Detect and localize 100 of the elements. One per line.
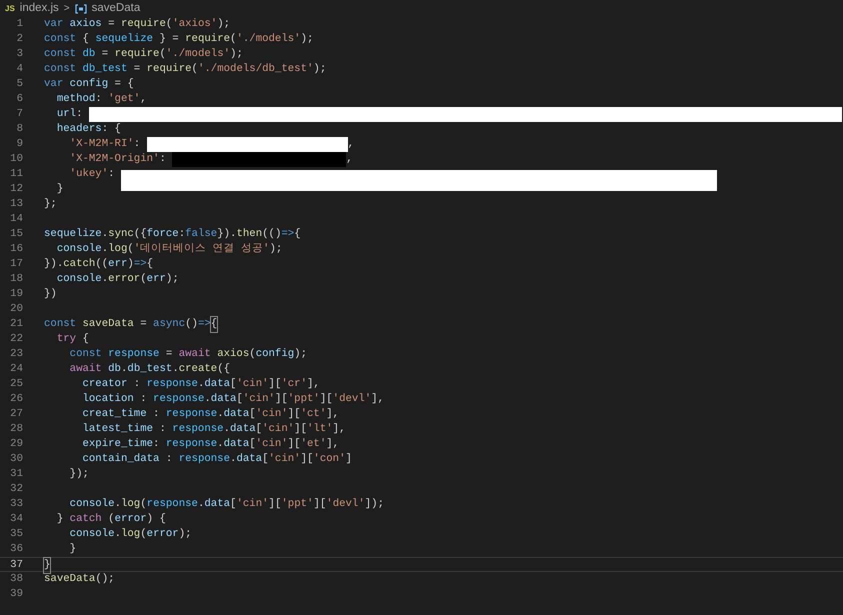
- code-token: );: [178, 527, 192, 542]
- code-token: async: [153, 317, 186, 332]
- line-number: 18: [9, 272, 23, 287]
- code-token: data: [204, 377, 230, 392]
- code-token: [: [256, 422, 262, 437]
- code-token: config: [70, 77, 108, 92]
- code-token: ][: [274, 392, 288, 407]
- code-token: ({: [134, 227, 147, 242]
- code-token: response: [166, 407, 218, 422]
- code-token: :: [178, 227, 186, 242]
- code-token: (: [140, 497, 147, 512]
- code-token: ,: [346, 152, 353, 167]
- breadcrumb-file[interactable]: index.js: [20, 0, 59, 18]
- code-token: 'X-M2M-Origin': [68, 152, 160, 167]
- code-token: [: [230, 377, 236, 392]
- code-token: 'get': [108, 92, 140, 107]
- code-token: 'cr': [281, 377, 308, 392]
- code-token: response: [178, 452, 230, 467]
- code-token: ();: [95, 572, 115, 587]
- line-number: 4: [16, 62, 23, 77]
- code-token: then: [236, 227, 262, 242]
- code-token: (: [140, 527, 147, 542]
- code-token: 'con': [313, 452, 346, 467]
- line-number: 12: [9, 182, 23, 197]
- line-number: 21: [9, 317, 23, 332]
- code-token: );: [166, 272, 179, 287]
- code-token: :: [132, 377, 142, 392]
- line-number: 39: [9, 587, 23, 602]
- code-token: .: [172, 362, 179, 377]
- code-token: ][: [300, 452, 314, 467]
- code-token: log: [120, 527, 140, 542]
- code-token: 'et': [300, 437, 326, 452]
- line-number: 36: [9, 542, 23, 557]
- code-token: 'cin': [268, 452, 301, 467]
- line-number: 29: [9, 437, 23, 452]
- code-token: console: [68, 497, 115, 512]
- code-token: data: [204, 497, 230, 512]
- code-token: ((: [95, 257, 108, 272]
- code-token: data: [210, 392, 236, 407]
- code-token: .: [204, 392, 211, 407]
- code-token: var: [44, 77, 64, 92]
- code-token: );: [313, 62, 326, 77]
- breadcrumb-symbol[interactable]: saveData: [92, 0, 140, 18]
- code-token: url: [56, 107, 76, 122]
- code-token: ]: [346, 452, 352, 467]
- line-number: 20: [9, 302, 23, 317]
- line-number: 5: [16, 77, 23, 92]
- code-token: =>: [134, 257, 147, 272]
- code-token: err: [146, 272, 166, 287]
- code-token: false: [185, 227, 218, 242]
- code-token: '데이터베이스 연결 성공': [134, 242, 270, 257]
- code-token: =: [100, 47, 110, 62]
- line-number: 8: [16, 122, 23, 137]
- code-token: 'ppt': [281, 497, 314, 512]
- code-token: catch: [63, 257, 96, 272]
- code-token: require: [120, 17, 166, 32]
- code-token: :: [134, 137, 142, 152]
- code-token: sequelize: [95, 32, 154, 47]
- code-token: (): [185, 317, 198, 332]
- code-token: :: [159, 152, 167, 167]
- code-token: .: [230, 452, 236, 467]
- code-token: =: [132, 62, 142, 77]
- line-number: 35: [9, 527, 23, 542]
- code-token: await: [68, 362, 102, 377]
- code-token: var: [44, 17, 64, 32]
- line-number: 7: [16, 107, 23, 122]
- code-token: axios: [70, 17, 102, 32]
- code-token: response: [172, 422, 224, 437]
- code-token: {: [294, 227, 301, 242]
- code-token: : {: [102, 122, 121, 137]
- code-token: [: [249, 437, 256, 452]
- line-number: 28: [9, 422, 23, 437]
- line-number: 27: [9, 407, 23, 422]
- code-token: }: [56, 512, 64, 527]
- line-number: 24: [9, 362, 23, 377]
- line-number: 16: [9, 242, 23, 257]
- code-token: ],: [371, 392, 384, 407]
- code-token: (: [192, 62, 198, 77]
- code-token: .: [102, 227, 108, 242]
- line-number: 37: [9, 558, 23, 571]
- line-number: 9: [16, 137, 23, 152]
- code-token: } =: [158, 32, 180, 47]
- code-token: 'ukey': [68, 167, 108, 182]
- line-number: 30: [9, 452, 23, 467]
- code-token: (: [159, 47, 166, 62]
- code-token: axios: [216, 347, 250, 362]
- line-number: 23: [9, 347, 23, 362]
- code-token: ],: [332, 422, 346, 437]
- code-token: ],: [326, 407, 340, 422]
- code-token: }: [44, 558, 50, 573]
- code-token: :: [152, 407, 160, 422]
- code-token: :: [139, 392, 148, 407]
- code-token: 'cin': [242, 392, 275, 407]
- code-token: console: [68, 527, 115, 542]
- code-token: {: [210, 317, 218, 332]
- code-token: const: [68, 347, 103, 362]
- code-token: response: [146, 497, 198, 512]
- line-number: 33: [9, 497, 23, 512]
- code-token: 'lt': [307, 422, 333, 437]
- code-token: [: [249, 407, 256, 422]
